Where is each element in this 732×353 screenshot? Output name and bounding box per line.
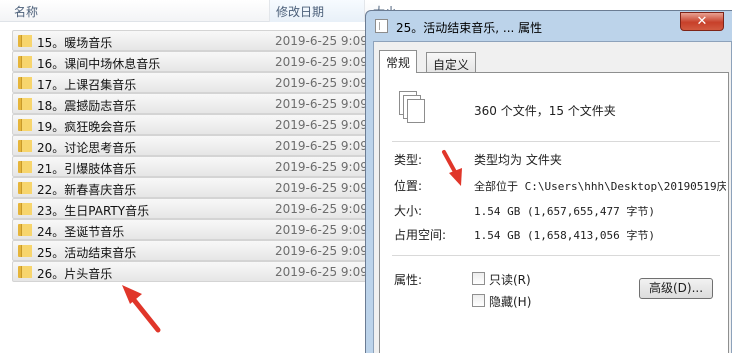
- arrow-to-size: [442, 150, 462, 186]
- tab-general[interactable]: 常规: [379, 50, 418, 73]
- arrow-to-folder: [122, 285, 161, 333]
- annotation-arrows: [122, 150, 462, 333]
